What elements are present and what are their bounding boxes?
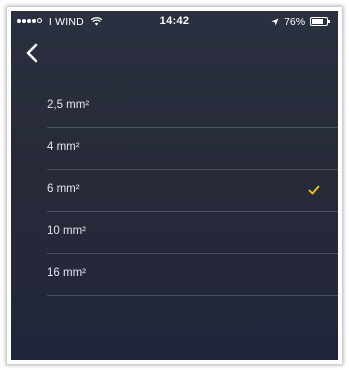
location-arrow-icon [271, 18, 279, 26]
option-label: 10 mm² [47, 225, 86, 237]
battery-percent: 76% [284, 16, 306, 28]
checkmark-icon [308, 185, 320, 195]
app-screen: I WIND 14:42 76% 2,5 mm² 4 mm² 6 mm² 10 … [11, 11, 338, 360]
option-2-5mm[interactable]: 2,5 mm² [11, 86, 338, 128]
option-16mm[interactable]: 16 mm² [11, 254, 338, 296]
option-10mm[interactable]: 10 mm² [11, 212, 338, 254]
option-6mm[interactable]: 6 mm² [11, 170, 338, 212]
option-label: 4 mm² [47, 141, 80, 153]
option-4mm[interactable]: 4 mm² [11, 128, 338, 170]
status-bar: I WIND 14:42 76% [11, 11, 338, 33]
option-label: 2,5 mm² [47, 99, 90, 111]
option-label: 6 mm² [47, 183, 80, 195]
screenshot-frame: I WIND 14:42 76% 2,5 mm² 4 mm² 6 mm² 10 … [6, 6, 343, 365]
status-right: 76% [271, 16, 330, 28]
battery-icon [310, 17, 330, 26]
back-chevron-icon[interactable] [21, 41, 45, 65]
option-label: 16 mm² [47, 267, 86, 279]
divider [47, 295, 338, 296]
cross-section-options: 2,5 mm² 4 mm² 6 mm² 10 mm² 16 mm² [11, 86, 338, 296]
